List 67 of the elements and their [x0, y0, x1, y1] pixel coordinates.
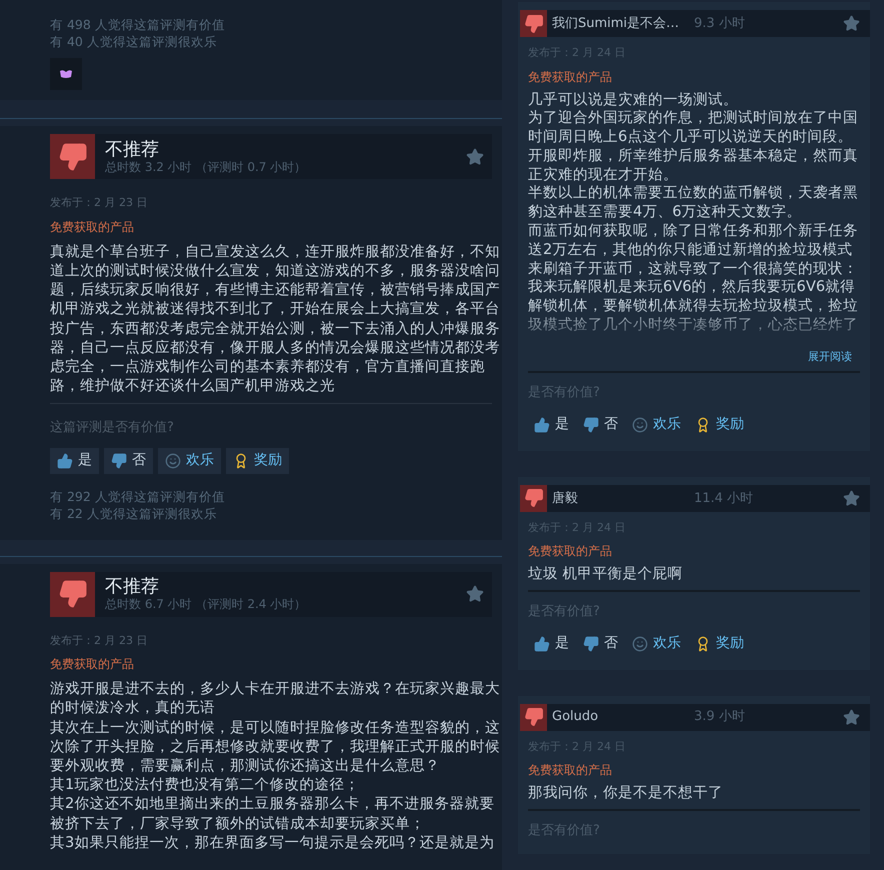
playtime-text: 总时数 3.2 小时 （评测时 0.7 小时）	[105, 160, 308, 175]
vote-button[interactable]: 否	[583, 632, 618, 656]
vote-button[interactable]: 奖励	[695, 632, 744, 656]
review-text: 那我问你，你是不是不想干了	[528, 784, 724, 803]
vote-button[interactable]: 是	[534, 412, 569, 437]
star-icon[interactable]	[843, 708, 860, 726]
vote-button[interactable]: 欢乐	[632, 632, 681, 656]
verdict-title: 不推荐	[105, 576, 160, 598]
playtime-text: 9.3 小时	[694, 14, 746, 33]
playtime-text: 3.9 小时	[694, 708, 746, 726]
vote-button[interactable]: 是	[50, 448, 99, 474]
vote-button[interactable]: 奖励	[226, 448, 289, 474]
product-tag: 免费获取的产品	[50, 218, 492, 236]
review-text: 半数以上的机体需要五位数的蓝币解锁，天袭者黑豹这种甚至需要4万、6万这种天文数字。	[528, 184, 859, 222]
review-text: 几乎可以说是灾难的一场测试。	[528, 90, 739, 110]
posted-date: 发布于：2 月 23 日	[50, 632, 148, 649]
product-tag: 免费获取的产品	[50, 655, 492, 674]
smile-icon	[632, 636, 648, 652]
author-name: Goludo	[552, 708, 600, 726]
funny-count: 有 40 人觉得这篇评测很欢乐	[50, 33, 218, 50]
thumbs-down-icon	[50, 572, 95, 617]
thumbs-down-icon	[583, 416, 599, 433]
review-text: 其次在上一次测试的时候，是可以随时捏脸修改任务造型容貌的，这次除了开头捏脸，之后再想修改就要收费了，我理解正式开服的时候要外观收费，需要赢利点，那测试你还搞这出是什么意思？	[50, 718, 501, 776]
author-name: 唐毅	[552, 490, 579, 508]
thumbs-down-icon	[111, 452, 127, 469]
thumbs-down-icon	[520, 484, 547, 512]
helpful-question: 这篇评测是否有价值?	[50, 419, 175, 438]
vote-button[interactable]: 欢乐	[632, 412, 681, 437]
star-icon[interactable]	[843, 15, 860, 32]
review-text: 其2你这还不如地里摘出来的土豆服务器那么卡，再不进服务器就要被挤下去了，厂家导致了额外的试错成本却要玩家买单；	[50, 794, 496, 833]
review-text: 游戏开服是进不去的，多少人卡在开服进不去游戏？在玩家兴趣最大的时候泼冷水，真的无语	[50, 679, 501, 718]
product-tag: 免费获取的产品	[528, 761, 860, 780]
funny-count: 有 22 人觉得这篇评测很欢乐	[50, 504, 218, 522]
review-text: 其1玩家也没法付费也没有第二个修改的途径；	[50, 775, 360, 794]
thumbs-down-icon	[50, 134, 95, 180]
thumbs-up-icon	[534, 416, 550, 433]
review-text: 垃圾 机甲平衡是个屁啊	[528, 565, 684, 584]
playtime-text: 总时数 6.7 小时 （评测时 2.4 小时）	[105, 597, 308, 612]
vote-button[interactable]: 是	[534, 632, 569, 656]
product-tag: 免费获取的产品	[528, 68, 860, 86]
vote-button[interactable]: 欢乐	[158, 448, 221, 474]
thumbs-up-icon	[57, 452, 73, 469]
thumbs-up-icon	[534, 636, 550, 652]
star-icon[interactable]	[466, 585, 484, 604]
vote-button[interactable]: 否	[104, 448, 153, 474]
read-more-link[interactable]: 展开阅读	[808, 348, 852, 366]
playtime-text: 11.4 小时	[694, 490, 754, 508]
thumbs-down-icon	[583, 636, 599, 652]
posted-date: 发布于：2 月 23 日	[50, 195, 148, 212]
star-icon[interactable]	[466, 148, 484, 166]
author-name: 我们Sumimi是不会…	[552, 14, 680, 33]
product-tag: 免费获取的产品	[528, 542, 860, 560]
review-text: 其3如果只能捏一次，那在界面多写一句提示是会死吗？还是就是为	[50, 832, 496, 852]
vote-button[interactable]: 奖励	[695, 412, 744, 437]
smile-icon	[632, 416, 648, 433]
helpful-count: 有 292 人觉得这篇评测有价值	[50, 488, 226, 505]
review-text: 而蓝币如何获取呢，除了日常任务和那个新手任务送2万左右，其他的你只能通过新增的捡垃圾模式来刷箱子开蓝币，这就导致了一个很搞笑的现状：我来玩解限机是来玩6V6的，然后我要玩6V6就得解锁机体，要解锁机体就得去玩捡垃圾模式，捡垃圾模式捡了几个小时终于凑够币了，心态已经炸了	[528, 222, 859, 335]
vote-button[interactable]: 否	[583, 412, 618, 437]
smile-icon	[165, 452, 181, 469]
star-icon[interactable]	[843, 490, 860, 507]
verdict-title: 不推荐	[105, 138, 160, 160]
helpful-count: 有 498 人觉得这篇评测有价值	[50, 16, 226, 33]
review-text: 开服即炸服，所幸维护后服务器基本稳定，然而真正灾难的现在才开始。	[528, 146, 859, 184]
thumbs-down-icon	[520, 10, 547, 37]
thumbs-down-icon	[520, 704, 547, 731]
review-text: 为了迎合外国玩家的作息，把测试时间放在了中国时间周日晚上6点这个几乎可以说逆天的时间段。	[528, 109, 859, 147]
review-text: 真就是个草台班子，自己宣发这么久，连开服炸服都没准备好，不知道上次的测试时候没做什么宣发，知道这游戏的不多，服务器没啥问题，后续玩家反响很好，有些博主还能帮着宣传，被营销号捧成国产机甲游戏之光就被迷得找不到北了，开始在展会上大搞宣发，各平台投广告，东西都没考虑完全就开始公测，被一下去涌入的人冲爆服务器，自己一点反应都没有，像开服人多的情况会爆服这些情况都没考虑完全，一点游戏制作公司的基本素养都没有，官方直播间直接跑路，维护做不好还谈什么国产机甲游戏之光	[50, 242, 501, 396]
